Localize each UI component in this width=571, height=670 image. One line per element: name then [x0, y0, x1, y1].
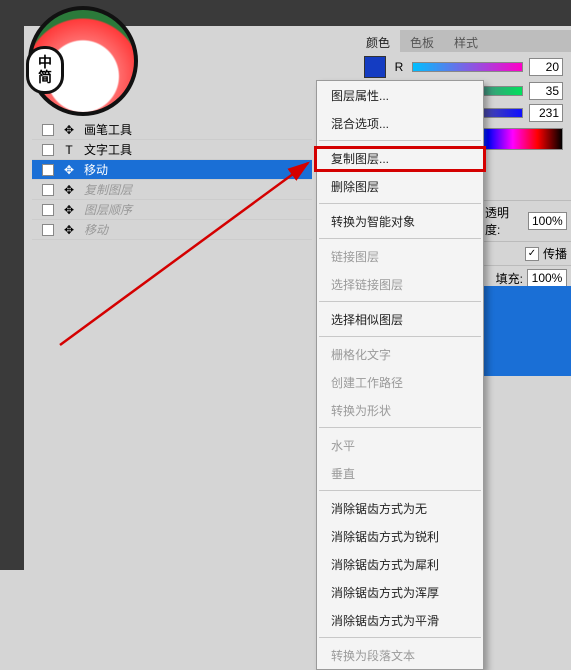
foreground-swatch[interactable]: [364, 56, 386, 78]
menu-item: 转换为形状: [317, 396, 483, 424]
menu-item: 选择链接图层: [317, 270, 483, 298]
menu-separator: [319, 427, 481, 428]
menu-item[interactable]: 消除锯齿方式为浑厚: [317, 578, 483, 606]
menu-item[interactable]: 混合选项...: [317, 109, 483, 137]
menu-separator: [319, 140, 481, 141]
menu-item[interactable]: 转换为智能对象: [317, 207, 483, 235]
context-menu: 图层属性...混合选项... 复制图层...删除图层转换为智能对象链接图层选择链接…: [316, 80, 484, 670]
propagate-checkbox[interactable]: [525, 247, 539, 261]
tool-checkbox[interactable]: [42, 144, 54, 156]
menu-item[interactable]: 复制图层...: [317, 144, 483, 172]
propagate-label: 传播: [543, 245, 567, 262]
opacity-label: 透明度:: [485, 204, 524, 238]
menu-separator: [319, 490, 481, 491]
fill-label: 填充:: [496, 270, 523, 287]
avatar: 中 简: [28, 6, 148, 126]
opacity-value[interactable]: 100%: [528, 212, 567, 230]
fill-value[interactable]: 100%: [527, 269, 567, 287]
menu-item[interactable]: 消除锯齿方式为犀利: [317, 550, 483, 578]
menu-item: 创建工作路径: [317, 368, 483, 396]
menu-item: 栅格化文字: [317, 340, 483, 368]
arrow-annotation: [50, 155, 330, 355]
menu-separator: [319, 203, 481, 204]
layers-panel: 透明度: 100% 传播 填充: 100%: [481, 200, 571, 290]
menu-item: 链接图层: [317, 242, 483, 270]
menu-item[interactable]: 消除锯齿方式为无: [317, 494, 483, 522]
r-label: R: [392, 60, 406, 74]
r-slider[interactable]: [412, 62, 523, 72]
badge-line2: 简: [38, 70, 52, 85]
menu-item[interactable]: 消除锯齿方式为平滑: [317, 606, 483, 634]
menu-separator: [319, 301, 481, 302]
menu-item: 水平: [317, 431, 483, 459]
menu-separator: [319, 336, 481, 337]
menu-item[interactable]: 图层属性...: [317, 81, 483, 109]
avatar-badge: 中 简: [26, 46, 64, 94]
menu-item[interactable]: 删除图层: [317, 172, 483, 200]
g-value[interactable]: 35: [529, 82, 563, 100]
selected-layer-thumb[interactable]: [481, 286, 571, 376]
left-bar: [0, 0, 24, 570]
menu-item[interactable]: 选择相似图层: [317, 305, 483, 333]
b-value[interactable]: 231: [529, 104, 563, 122]
menu-separator: [319, 637, 481, 638]
menu-item: 垂直: [317, 459, 483, 487]
menu-separator: [319, 238, 481, 239]
menu-item[interactable]: 消除锯齿方式为锐利: [317, 522, 483, 550]
r-value[interactable]: 20: [529, 58, 563, 76]
badge-line1: 中: [38, 55, 52, 70]
menu-item: 转换为段落文本: [317, 641, 483, 669]
